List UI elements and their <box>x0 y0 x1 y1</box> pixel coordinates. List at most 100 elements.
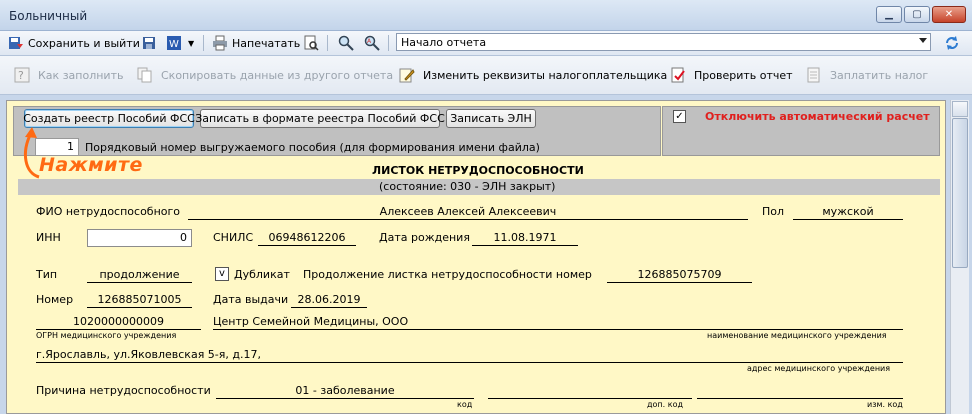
pay-tax-button[interactable]: Заплатить налог <box>806 67 928 83</box>
address-field[interactable]: г.Ярославль, ул.Яковлевская 5-я, д.17, <box>36 347 903 363</box>
word-export-button[interactable]: W <box>166 34 182 52</box>
pay-tax-label: Заплатить налог <box>830 68 929 82</box>
number-field[interactable]: 126885071005 <box>87 292 192 308</box>
additional-code-field[interactable] <box>488 383 692 399</box>
write-eln-button[interactable]: Записать ЭЛН <box>446 109 536 128</box>
chevron-down-icon <box>919 38 927 43</box>
close-icon: ✕ <box>944 9 954 20</box>
fio-field[interactable]: Алексеев Алексей Алексеевич <box>188 204 748 220</box>
ogrn-caption: ОГРН медицинского учреждения <box>36 331 177 340</box>
refresh-icon[interactable] <box>944 35 960 51</box>
inn-input[interactable]: 0 <box>87 229 192 247</box>
issue-date-field[interactable]: 28.06.2019 <box>291 292 367 308</box>
form-state: (состояние: 030 - ЭЛН закрыт) <box>379 180 556 193</box>
snils-field[interactable]: 06948612206 <box>258 230 356 246</box>
toolbar-separator <box>327 35 328 51</box>
code-caption: код <box>457 400 473 409</box>
window-title: Больничный <box>9 9 88 23</box>
edit-document-icon <box>399 68 415 83</box>
scroll-up-button[interactable] <box>952 101 968 117</box>
how-fill-label: Как заполнить <box>38 68 124 82</box>
sex-field[interactable]: мужской <box>793 204 903 220</box>
snils-label: СНИЛС <box>213 231 254 244</box>
changed-code-field[interactable] <box>697 383 903 399</box>
scroll-thumb[interactable] <box>952 118 968 268</box>
vertical-scrollbar[interactable] <box>950 100 969 414</box>
word-icon: W <box>167 36 181 50</box>
duplicate-label: Дубликат <box>234 268 290 281</box>
find-next-button[interactable]: A <box>364 34 380 52</box>
print-preview-icon <box>304 35 319 51</box>
check-report-button[interactable]: Проверить отчет <box>670 67 793 83</box>
org-name-caption: наименование медицинского учреждения <box>707 331 887 340</box>
seq-number-label: Порядковый номер выгружаемого пособия (д… <box>85 141 540 154</box>
change-requisites-button[interactable]: Изменить реквизиты налогоплательщика <box>399 67 667 83</box>
report-form: Создать реестр Пособий ФСС Записать в фо… <box>6 100 946 414</box>
type-field[interactable]: продолжение <box>87 267 192 283</box>
title-bar: Больничный ▁ ▢ ✕ <box>0 0 972 31</box>
reason-code-field[interactable]: 01 - заболевание <box>216 383 474 399</box>
annotation-text: Нажмите <box>39 154 143 176</box>
birth-field[interactable]: 11.08.1971 <box>472 230 578 246</box>
print-preview-button[interactable] <box>303 34 319 52</box>
auto-calc-panel: ✓ Отключить автоматический расчет <box>662 106 940 156</box>
type-label: Тип <box>36 268 58 281</box>
save-exit-button[interactable]: Сохранить и выйти <box>8 34 140 52</box>
check-document-icon <box>671 67 685 83</box>
change-requisites-label: Изменить реквизиты налогоплательщика <box>423 68 668 82</box>
additional-code-caption: доп. код <box>647 400 683 409</box>
check-report-label: Проверить отчет <box>694 68 793 82</box>
number-label: Номер <box>36 293 74 306</box>
auto-calc-checkbox[interactable]: ✓ <box>673 110 686 123</box>
minimize-icon: ▁ <box>885 9 893 20</box>
maximize-icon: ▢ <box>912 9 922 20</box>
close-button[interactable]: ✕ <box>932 6 966 23</box>
floppy-icon <box>143 37 155 49</box>
pay-tax-icon <box>807 67 820 83</box>
sex-label: Пол <box>762 205 785 218</box>
inn-label: ИНН <box>36 231 61 244</box>
section-select-value: Начало отчета <box>401 36 487 49</box>
toolbar-separator <box>203 35 204 51</box>
address-caption: адрес медицинского учреждения <box>747 364 891 373</box>
help-icon: ? <box>14 67 30 83</box>
changed-code-caption: изм. код <box>867 400 903 409</box>
save-exit-icon <box>9 37 23 49</box>
maximize-button[interactable]: ▢ <box>904 6 930 23</box>
how-fill-button[interactable]: ? Как заполнить <box>14 67 123 83</box>
issue-date-label: Дата выдачи <box>213 293 289 306</box>
word-dropdown-arrow[interactable]: ▼ <box>188 34 194 52</box>
duplicate-checkbox[interactable]: v <box>215 267 229 281</box>
printer-icon <box>213 35 227 51</box>
window-controls: ▁ ▢ ✕ <box>876 6 966 23</box>
registry-panel: Создать реестр Пособий ФСС Записать в фо… <box>13 106 661 156</box>
save-exit-label: Сохранить и выйти <box>28 36 140 50</box>
chevron-down-icon: ▼ <box>188 38 195 48</box>
toolbar-separator <box>388 35 389 51</box>
org-name-field[interactable]: Центр Семейной Медицины, ООО <box>213 314 903 330</box>
copy-data-label: Скопировать данные из другого отчета <box>161 68 394 82</box>
copy-data-button[interactable]: Скопировать данные из другого отчета <box>137 67 393 83</box>
continuation-field[interactable]: 126885075709 <box>607 267 752 283</box>
continuation-label: Продолжение листка нетрудоспособности но… <box>303 268 592 281</box>
form-title: ЛИСТОК НЕТРУДОСПОСОБНОСТИ <box>372 164 584 177</box>
svg-text:W: W <box>169 39 179 50</box>
minimize-button[interactable]: ▁ <box>876 6 902 23</box>
write-format-button[interactable]: Записать в формате реестра Пособий ФСС <box>195 109 445 128</box>
state-bar: (состояние: 030 - ЭЛН закрыт) <box>18 179 940 195</box>
ogrn-field[interactable]: 1020000000009 <box>36 314 201 330</box>
birth-label: Дата рождения <box>379 231 470 244</box>
section-select[interactable]: Начало отчета <box>396 33 931 51</box>
find-next-icon: A <box>364 35 380 51</box>
print-label: Напечатать <box>232 36 301 50</box>
save-button[interactable] <box>141 34 157 52</box>
magnifier-icon <box>338 35 354 51</box>
action-toolbar: ? Как заполнить Скопировать данные из др… <box>0 56 972 95</box>
reason-label: Причина нетрудоспособности <box>36 384 211 397</box>
find-button[interactable] <box>338 34 354 52</box>
print-button[interactable]: Напечатать <box>212 34 300 52</box>
fio-label: ФИО нетрудоспособного <box>36 205 181 218</box>
auto-calc-label: Отключить автоматический расчет <box>705 110 930 123</box>
svg-text:?: ? <box>18 69 24 82</box>
copy-document-icon <box>137 67 152 83</box>
